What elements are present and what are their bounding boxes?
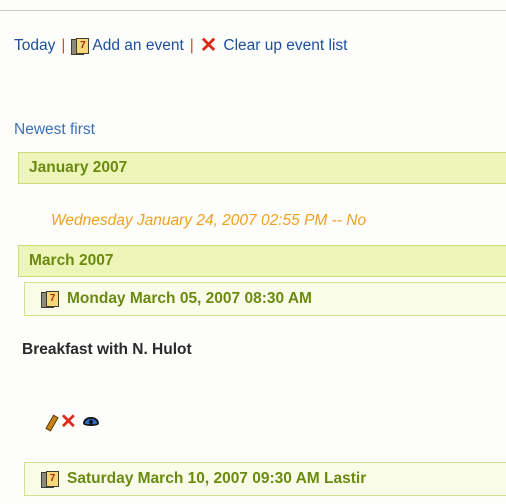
toolbar-separator: | <box>189 37 194 54</box>
event-header[interactable]: 7 Monday March 05, 2007 08:30 AM <box>24 282 506 316</box>
sort-order-label[interactable]: Newest first <box>14 121 95 139</box>
event-title: Saturday March 10, 2007 09:30 AM Lastir <box>67 470 367 487</box>
month-header-january: January 2007 <box>18 152 506 184</box>
event-title-highlighted[interactable]: Wednesday January 24, 2007 02:55 PM -- N… <box>51 212 366 230</box>
red-x-icon: ✕ <box>199 34 218 57</box>
events-panel: Today | 7 Add an event | ✕ Clear up even… <box>0 0 506 504</box>
eye-icon[interactable] <box>82 416 101 428</box>
clear-event-list-label: Clear up event list <box>223 37 348 54</box>
pencil-icon[interactable] <box>40 414 54 430</box>
add-event-link[interactable]: 7 Add an event <box>71 37 184 55</box>
delete-x-icon[interactable]: ✕ <box>60 412 77 432</box>
clear-event-list-link[interactable]: ✕ Clear up event list <box>199 34 348 57</box>
add-event-label: Add an event <box>92 37 184 54</box>
event-description: Breakfast with N. Hulot <box>22 341 192 358</box>
top-divider <box>0 10 506 11</box>
calendar-icon: 7 <box>71 37 90 55</box>
event-title: Monday March 05, 2007 08:30 AM <box>67 290 312 307</box>
event-actions: ✕ <box>40 412 101 432</box>
month-header-march: March 2007 <box>18 245 506 277</box>
event-header[interactable]: 7 Saturday March 10, 2007 09:30 AM Lasti… <box>24 462 506 496</box>
calendar-icon: 7 <box>41 470 59 488</box>
toolbar-separator: | <box>61 37 66 54</box>
event-toolbar: Today | 7 Add an event | ✕ Clear up even… <box>14 34 348 57</box>
today-link[interactable]: Today <box>14 37 55 55</box>
calendar-icon: 7 <box>41 290 59 308</box>
